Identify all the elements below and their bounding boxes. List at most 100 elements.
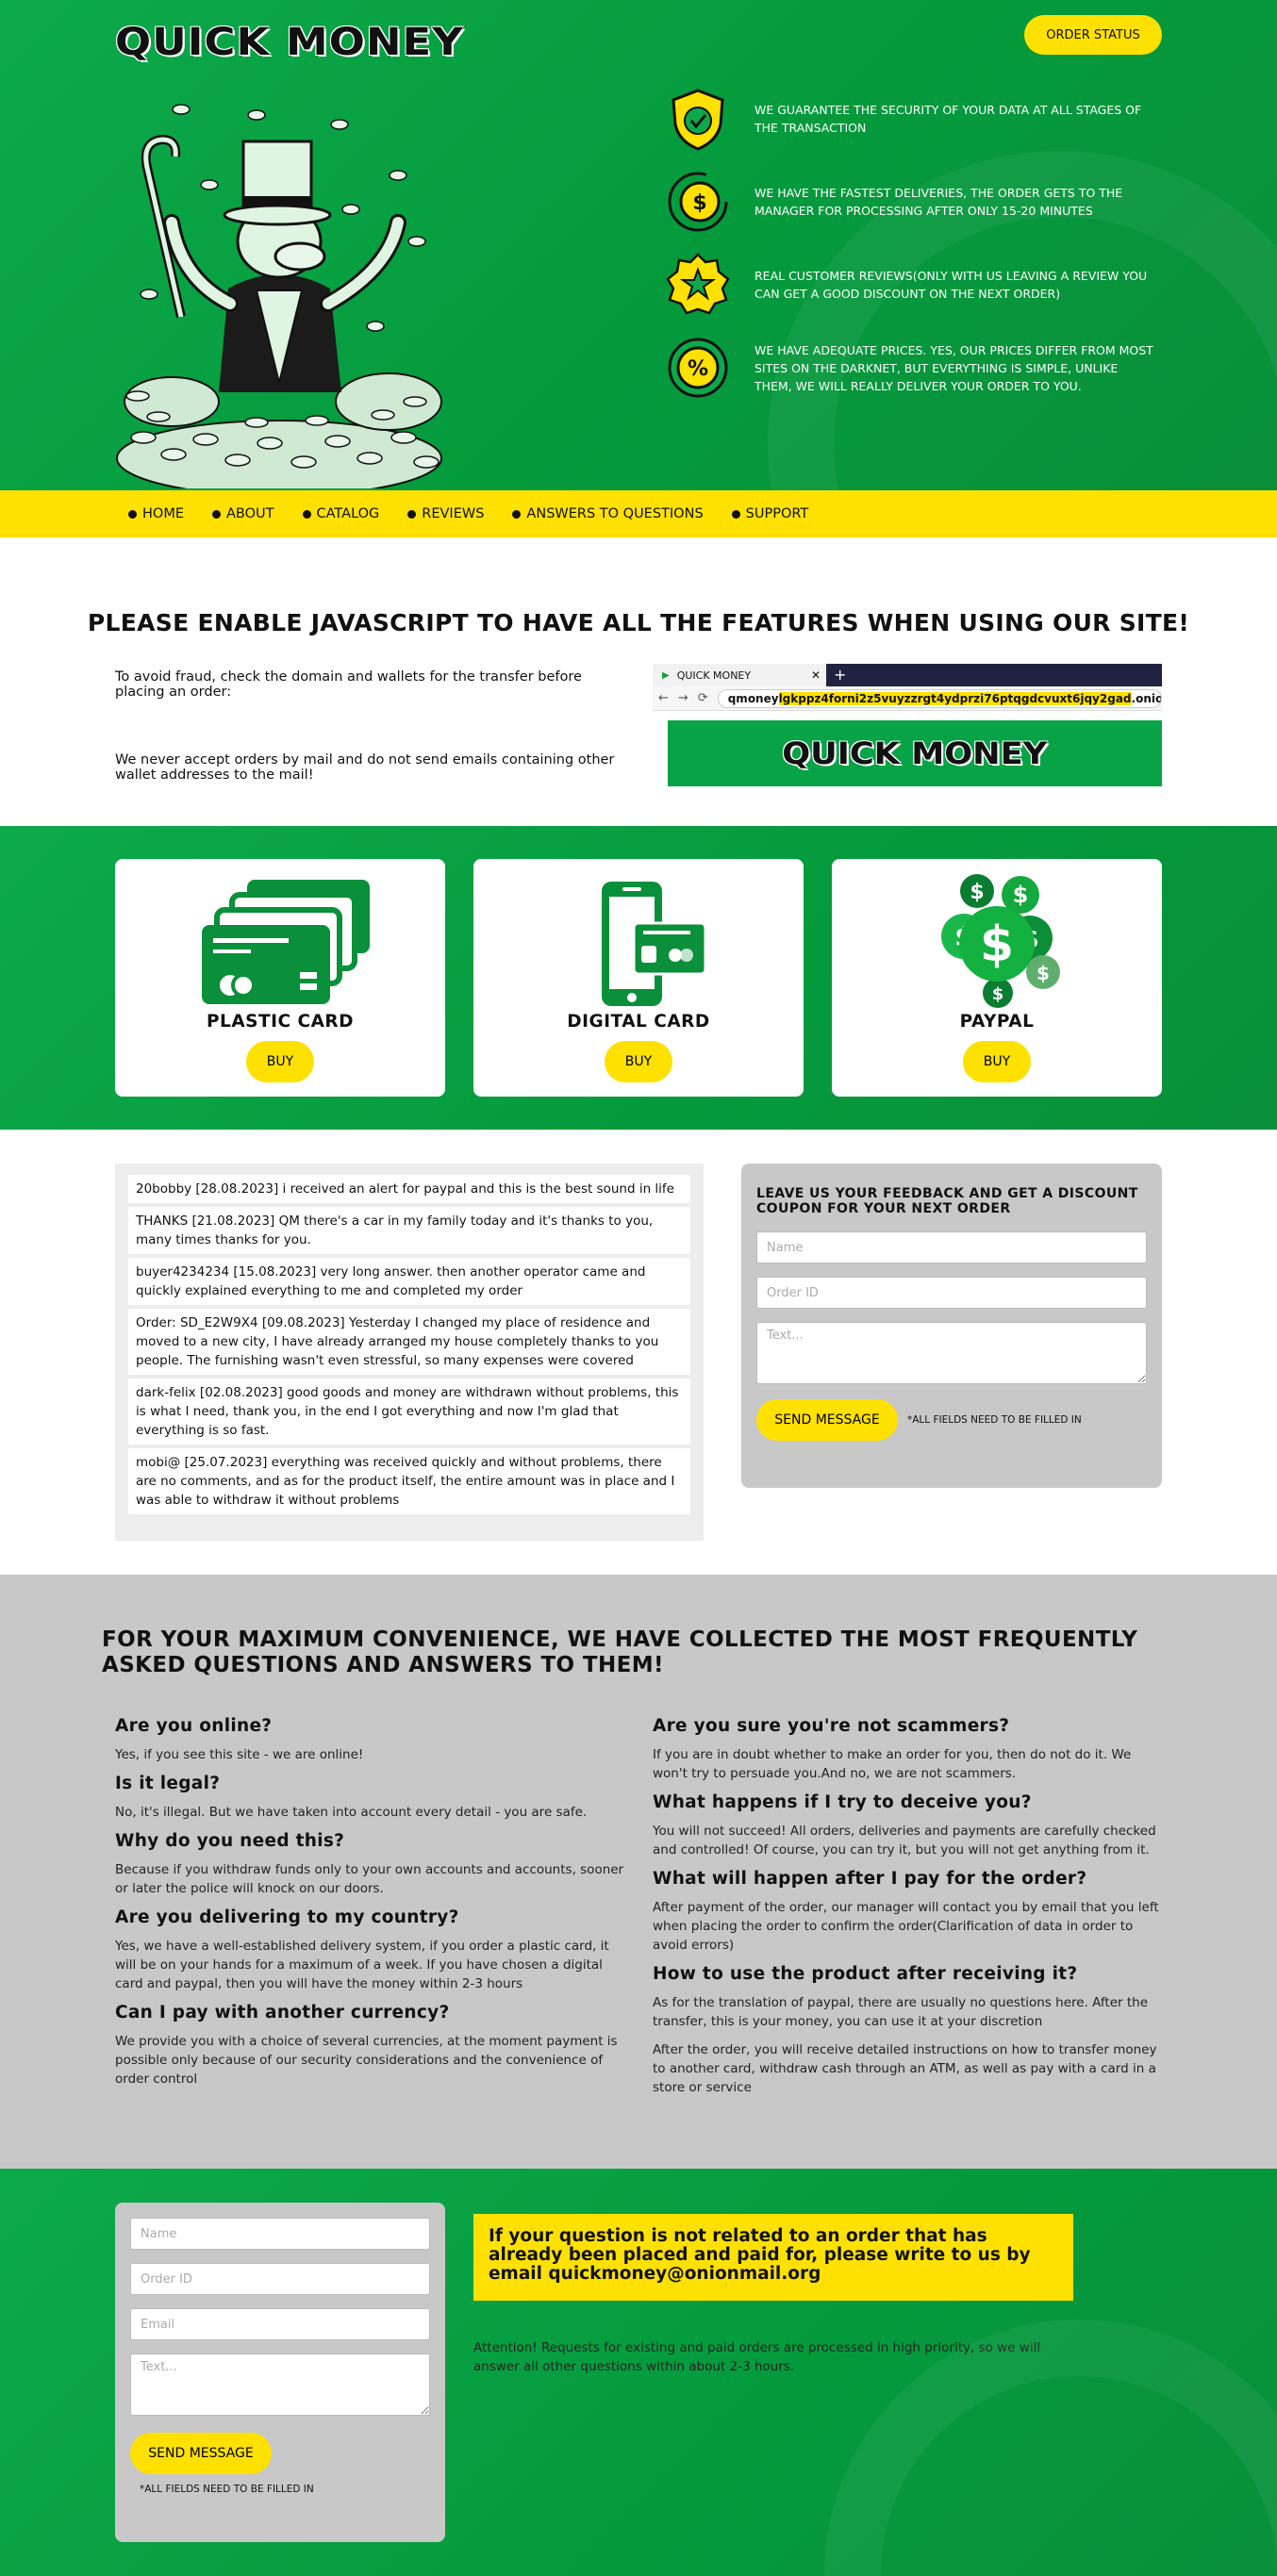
feature-text: REAL CUSTOMER REVIEWS(ONLY WITH US LEAVI… — [755, 269, 1148, 301]
svg-text:$: $ — [1013, 882, 1029, 908]
feedback-text-input[interactable] — [756, 1322, 1147, 1384]
product-title: PAYPAL — [959, 1012, 1035, 1032]
js-warning-heading: PLEASE ENABLE JAVASCRIPT TO HAVE ALL THE… — [87, 609, 1190, 636]
faq-question: Are you online? — [115, 1716, 273, 1736]
faq-question: Is it legal? — [115, 1774, 221, 1793]
fraud-warning-text: To avoid fraud, check the domain and wal… — [115, 669, 582, 700]
feedback-send-button[interactable]: SEND MESSAGE — [756, 1399, 898, 1441]
browser-tabbar: ▶ QUICK MONEY ✕ + — [653, 664, 1162, 686]
nav-label: CATALOG — [316, 506, 380, 521]
faq-answer: After payment of the order, our manager … — [653, 1900, 1159, 1953]
nav-faq[interactable]: ANSWERS TO QUESTIONS — [512, 506, 704, 521]
buy-button[interactable]: BUY — [605, 1041, 672, 1082]
nav-catalog[interactable]: CATALOG — [302, 506, 380, 521]
feature-item: WE GUARANTEE THE SECURITY OF YOUR DATA A… — [666, 87, 1156, 151]
faq-answer: After the order, you will receive detail… — [653, 2042, 1157, 2095]
browser-tab: ▶ QUICK MONEY ✕ — [653, 664, 826, 686]
nav-about[interactable]: ABOUT — [212, 506, 274, 521]
reviews-list[interactable]: 20bobby [28.08.2023] i received an alert… — [115, 1164, 704, 1541]
nav-label: ABOUT — [226, 506, 274, 521]
url-highlight: lgkppz4forni2z5vuyzzrgt4ydprzi76ptqgdcvu… — [778, 691, 1132, 705]
feature-text: WE HAVE THE FASTEST DELIVERIES, THE ORDE… — [755, 186, 1123, 218]
browser-preview: QUICK MONEY — [668, 720, 1162, 786]
url-suffix: .onion — [1131, 691, 1161, 705]
faq-column-left: Are you online? Yes, if you see this sit… — [115, 1716, 624, 2098]
reload-icon: ⟳ — [697, 691, 708, 705]
nav-label: HOME — [142, 506, 184, 521]
faq-question: What happens if I try to deceive you? — [653, 1792, 1032, 1812]
main-nav: HOME ABOUT CATALOG REVIEWS ANSWERS TO QU… — [0, 490, 1277, 537]
review-item: dark-felix [02.08.2023] good goods and m… — [128, 1379, 690, 1445]
contact-name-input[interactable] — [130, 2218, 430, 2250]
fast-dollar-icon: $ — [668, 172, 728, 232]
phone-card-icon — [602, 882, 707, 1006]
js-notice-section: PLEASE ENABLE JAVASCRIPT TO HAVE ALL THE… — [0, 537, 1277, 826]
review-item: THANKS [21.08.2023] QM there's a car in … — [128, 1207, 690, 1254]
feature-list: WE GUARANTEE THE SECURITY OF YOUR DATA A… — [666, 87, 1156, 419]
faq-section: FOR YOUR MAXIMUM CONVENIENCE, WE HAVE CO… — [0, 1575, 1277, 2169]
product-image: $ $ $ $ $ $ $ — [832, 870, 1162, 1012]
review-item: mobi@ [25.07.2023] everything was receiv… — [128, 1448, 690, 1514]
contact-email-input[interactable] — [130, 2308, 430, 2340]
feedback-heading: LEAVE US YOUR FEEDBACK AND GET A DISCOUN… — [756, 1186, 1138, 1216]
faq-answer: No, it's illegal. But we have taken into… — [115, 1805, 588, 1820]
buy-button[interactable]: BUY — [246, 1041, 314, 1082]
products-section: PLASTIC CARD BUY DIGITAL CARD BUY $ $ $ … — [0, 826, 1277, 1130]
nav-label: REVIEWS — [422, 506, 485, 521]
url-prefix: qmoney — [727, 691, 779, 705]
shield-check-icon — [672, 89, 724, 151]
review-item: 20bobby [28.08.2023] i received an alert… — [128, 1175, 690, 1203]
mail-warning-text: We never accept orders by mail and do no… — [115, 752, 615, 783]
browser-address-bar: ← → ⟳ qmoney lgkppz4forni2z5vuyzzrgt4ydpr… — [653, 686, 1162, 711]
svg-text:%: % — [688, 357, 708, 381]
dollar-coins-icon: $ $ $ $ $ $ $ — [941, 874, 1060, 1008]
nav-label: ANSWERS TO QUESTIONS — [526, 506, 704, 521]
cards-stack-icon — [202, 880, 370, 1004]
nav-support[interactable]: SUPPORT — [731, 506, 808, 521]
feature-item: % WE HAVE ADEQUATE PRICES. YES, OUR PRIC… — [666, 336, 1156, 400]
product-card-paypal: $ $ $ $ $ $ $ PAYPAL BUY — [832, 859, 1162, 1097]
bullet-icon — [212, 509, 221, 519]
back-arrow-icon: ← — [658, 691, 669, 705]
review-item: buyer4234234 [15.08.2023] very long answ… — [128, 1258, 690, 1305]
preview-logo: QUICK MONEY — [782, 735, 1048, 771]
feature-item: $ WE HAVE THE FASTEST DELIVERIES, THE OR… — [666, 170, 1156, 234]
buy-button[interactable]: BUY — [963, 1041, 1031, 1082]
svg-text:$: $ — [1037, 962, 1050, 984]
forward-arrow-icon: → — [677, 691, 688, 705]
faq-heading: FOR YOUR MAXIMUM CONVENIENCE, WE HAVE CO… — [102, 1627, 1138, 1677]
feedback-name-input[interactable] — [756, 1231, 1147, 1263]
percent-icon: % — [668, 338, 728, 398]
faq-question: How to use the product after receiving i… — [653, 1964, 1078, 1984]
product-card-plastic: PLASTIC CARD BUY — [115, 859, 445, 1097]
play-icon: ▶ — [662, 669, 670, 681]
faq-answer: As for the translation of paypal, there … — [653, 1995, 1149, 2029]
site-logo[interactable]: QUICK MONEY — [115, 21, 464, 64]
contact-send-button[interactable]: SEND MESSAGE — [130, 2433, 272, 2474]
faq-question: Are you delivering to my country? — [115, 1907, 459, 1927]
feedback-order-id-input[interactable] — [756, 1277, 1147, 1309]
nav-reviews[interactable]: REVIEWS — [407, 506, 484, 521]
svg-text:$: $ — [980, 916, 1014, 973]
product-title: DIGITAL CARD — [567, 1012, 710, 1032]
faq-answer: Yes, if you see this site - we are onlin… — [115, 1747, 364, 1762]
bullet-icon — [512, 509, 522, 519]
faq-question: Can I pay with another currency? — [115, 2003, 450, 2023]
faq-answer: Yes, we have a well-established delivery… — [115, 1939, 609, 1991]
contact-required-note: *ALL FIELDS NEED TO BE FILLED IN — [140, 2484, 314, 2495]
faq-answer: Because if you withdraw funds only to yo… — [115, 1862, 624, 1896]
faq-question: Are you sure you're not scammers? — [653, 1716, 1010, 1736]
bullet-icon — [302, 509, 311, 519]
faq-answer: We provide you with a choice of several … — [115, 2034, 618, 2087]
bullet-icon — [407, 509, 417, 519]
nav-home[interactable]: HOME — [128, 506, 184, 521]
order-status-button[interactable]: ORDER STATUS — [1024, 15, 1162, 55]
faq-answer: You will not succeed! All orders, delive… — [653, 1824, 1156, 1858]
hero-banner: QUICK MONEY ORDER STATUS WE GUARANTEE TH… — [0, 0, 1277, 490]
contact-text-input[interactable] — [130, 2353, 430, 2416]
browser-mockup: ▶ QUICK MONEY ✕ + ← → ⟳ qmoney lgkppz4for… — [653, 664, 1162, 786]
contact-order-id-input[interactable] — [130, 2263, 430, 2295]
feature-item: REAL CUSTOMER REVIEWS(ONLY WITH US LEAVI… — [666, 253, 1156, 317]
star-badge-icon — [666, 253, 730, 315]
review-item: Order: SD_E2W9X4 [09.08.2023] Yesterday … — [128, 1309, 690, 1375]
